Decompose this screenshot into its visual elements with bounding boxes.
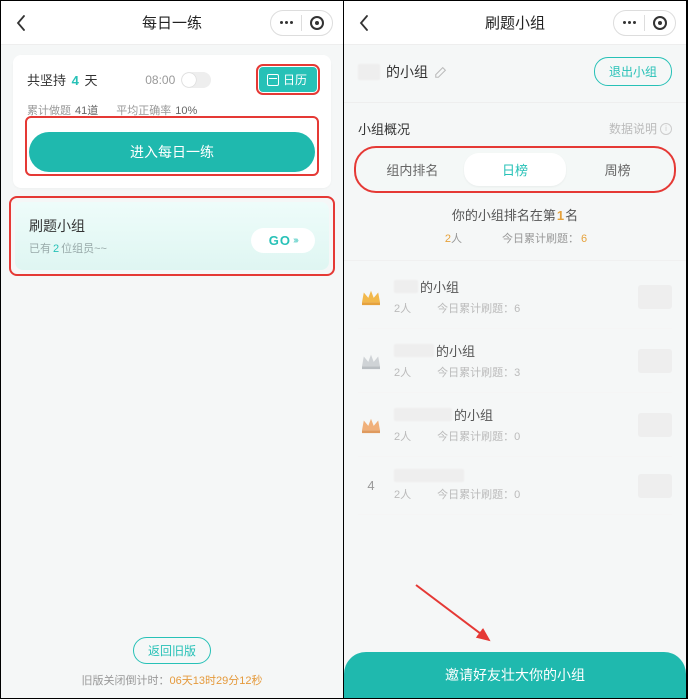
rank-thumb [638, 349, 672, 373]
tab-weekly-rank[interactable]: 周榜 [566, 153, 669, 186]
enter-daily-button[interactable]: 进入每日一练 [29, 132, 315, 172]
more-button[interactable] [614, 11, 644, 35]
return-old-button[interactable]: 返回旧版 [133, 637, 211, 664]
alarm-toggle[interactable]: 08:00 [145, 72, 211, 88]
group-card[interactable]: 刷题小组 已有2位组员~~ GO››› [15, 202, 329, 270]
rank-tabs: 组内排名 日榜 周榜 [358, 150, 672, 189]
footer: 返回旧版 旧版关闭倒计时：06天13时29分12秒 [13, 619, 331, 698]
target-icon [310, 16, 324, 30]
edit-icon [434, 65, 448, 79]
header-bar: 刷题小组 [344, 1, 686, 45]
overview-label: 小组概况 [358, 119, 410, 138]
more-icon [623, 21, 636, 24]
more-icon [280, 21, 293, 24]
close-mp-button[interactable] [645, 11, 675, 35]
page-title: 每日一练 [142, 12, 202, 33]
rank-thumb [638, 285, 672, 309]
rank-badge-3 [358, 416, 384, 434]
group-body: xx的小组 退出小组 小组概况 数据说明 i 组内排名 日榜 周榜 你的小组排名… [344, 45, 686, 698]
overview-row: 小组概况 数据说明 i [358, 119, 672, 138]
toggle-switch-icon [181, 72, 211, 88]
header-bar: 每日一练 [1, 1, 343, 45]
daily-practice-panel: 每日一练 共坚持 4 天 08:00 日历 [1, 1, 344, 698]
quit-group-button[interactable]: 退出小组 [594, 57, 672, 86]
rank-thumb [638, 413, 672, 437]
miniprogram-capsule [613, 10, 676, 36]
my-rank-text: 你的小组排名在第1名 [358, 205, 672, 224]
rank-item[interactable]: xxxx的小组 2人今日累计刷题：3 [358, 329, 672, 393]
team-header: xx的小组 退出小组 [358, 57, 672, 86]
target-icon [653, 16, 667, 30]
back-button[interactable] [11, 13, 31, 33]
chevron-right-icon: ››› [293, 235, 297, 246]
page-title: 刷题小组 [485, 12, 545, 33]
alarm-time-label: 08:00 [145, 73, 175, 87]
countdown-text: 旧版关闭倒计时：06天13时29分12秒 [13, 672, 331, 688]
rank-index-4: 4 [358, 478, 384, 493]
close-mp-button[interactable] [302, 11, 332, 35]
invite-friends-button[interactable]: 邀请好友壮大你的小组 [344, 652, 686, 698]
crown-gold-icon [360, 288, 382, 306]
blurred-name: xx [358, 64, 380, 80]
annotation-arrow-icon [411, 580, 501, 650]
rank-item[interactable]: xxxxxx的小组 2人今日累计刷题：0 [358, 393, 672, 457]
go-button[interactable]: GO››› [251, 228, 315, 253]
rank-item[interactable]: 4 xxxxxxx 2人今日累计刷题：0 [358, 457, 672, 515]
calendar-icon [267, 74, 279, 86]
daily-body: 共坚持 4 天 08:00 日历 累计做题41道 平均正确率10% 进入每日一练 [1, 45, 343, 698]
info-icon: i [660, 123, 672, 135]
team-name[interactable]: xx的小组 [358, 62, 448, 82]
rank-item[interactable]: xx的小组 2人今日累计刷题：6 [358, 265, 672, 329]
calendar-button[interactable]: 日历 [259, 67, 317, 92]
crown-bronze-icon [360, 416, 382, 434]
rank-thumb [638, 474, 672, 498]
group-panel: 刷题小组 xx的小组 退出小组 小组概况 数据说明 i 组内排名 日榜 周榜 [344, 1, 687, 698]
my-rank-stats: 2人 今日累计刷题：6 [358, 230, 672, 246]
persist-days: 共坚持 4 天 [27, 70, 98, 89]
tab-daily-rank[interactable]: 日榜 [464, 153, 567, 186]
rank-badge-1 [358, 288, 384, 306]
enter-highlight: 进入每日一练 [25, 116, 319, 176]
more-button[interactable] [271, 11, 301, 35]
group-highlight: 刷题小组 已有2位组员~~ GO››› [9, 196, 335, 276]
miniprogram-capsule [270, 10, 333, 36]
tab-group-rank[interactable]: 组内排名 [361, 153, 464, 186]
summary-card: 共坚持 4 天 08:00 日历 累计做题41道 平均正确率10% 进入每日一练 [13, 55, 331, 188]
back-button[interactable] [354, 13, 374, 33]
data-explain-button[interactable]: 数据说明 i [609, 119, 672, 138]
crown-silver-icon [360, 352, 382, 370]
rank-badge-2 [358, 352, 384, 370]
rank-list: xx的小组 2人今日累计刷题：6 xxxx的小组 2人今日累计刷题：3 [358, 265, 672, 515]
